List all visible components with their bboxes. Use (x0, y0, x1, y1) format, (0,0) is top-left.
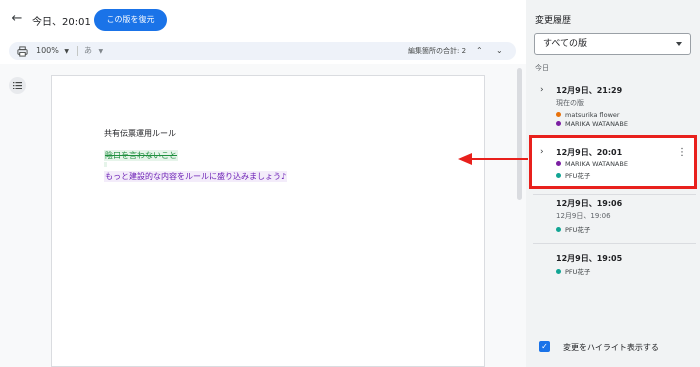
panel-title: 変更履歴 (535, 16, 572, 26)
editor-name: MARIKA WATANABE (565, 160, 628, 168)
version-entry[interactable]: 12月9日、19:06 12月9日、19:06 PFU花子 (526, 198, 700, 238)
arrow-left-icon: ← (11, 11, 23, 26)
version-entry[interactable]: 12月9日、19:05 PFU花子 (526, 253, 700, 283)
edit-count: 編集箇所の合計: 2 (408, 47, 467, 55)
toolbar-divider (77, 46, 78, 56)
version-sub-label: 現在の版 (556, 99, 584, 107)
print-button[interactable] (17, 42, 28, 60)
previous-edit-button[interactable]: ⌃ (476, 42, 483, 60)
version-time: 12月9日、19:06 (556, 199, 623, 208)
editor-entry: PFU花子 (556, 224, 590, 234)
version-filter-value: すべての版 (543, 39, 588, 49)
chevron-up-icon: ⌃ (476, 46, 483, 55)
printer-icon (17, 46, 28, 57)
document-page[interactable]: 共有伝票運用ルール 陰口を言わないこと もっと建設的な内容をルールに盛り込みまし… (51, 75, 485, 367)
editor-name: PFU花子 (565, 268, 591, 276)
chevron-right-icon[interactable]: › (540, 85, 544, 95)
editor-name: MARIKA WATANABE (565, 120, 628, 128)
zoom-select[interactable]: 100% ▼ (36, 42, 69, 60)
document-scrollbar[interactable] (517, 68, 522, 200)
editor-name: PFU花子 (565, 172, 591, 180)
text-style-value: あ (84, 46, 92, 55)
highlight-changes-label: 変更をハイライト表示する (563, 343, 659, 352)
chevron-right-icon[interactable]: › (540, 147, 544, 157)
annotation-arrow-line (472, 158, 528, 160)
next-edit-button[interactable]: ⌄ (496, 42, 503, 60)
editor-name: PFU花子 (565, 226, 591, 234)
editor-color-dot (556, 269, 561, 274)
version-time: 12月9日、21:29 (556, 86, 623, 95)
editor-color-dot (556, 112, 561, 117)
more-options-button[interactable]: ⋮ (677, 147, 687, 158)
toolbar: 100% ▼ あ ▼ 編集箇所の合計: 2 ⌃ ⌄ (9, 42, 516, 60)
editor-name: matsurika flower (565, 111, 620, 119)
editor-entry: MARIKA WATANABE (556, 160, 628, 168)
editor-color-dot (556, 121, 561, 126)
entry-divider (533, 243, 696, 244)
entry-divider (533, 194, 696, 195)
more-vert-icon: ⋮ (677, 147, 687, 158)
list-icon (13, 82, 22, 89)
version-filter-select[interactable]: すべての版 (534, 33, 691, 55)
change-marker (104, 162, 107, 167)
editor-entry: PFU花子 (556, 266, 590, 276)
version-title: 今日、20:01 (32, 17, 91, 28)
editor-entry: PFU花子 (556, 170, 590, 180)
annotation-arrow-head (458, 153, 472, 165)
version-entry[interactable]: › 12月9日、21:29 現在の版 matsurika flower MARI… (526, 85, 700, 130)
deleted-text: 陰口を言わないこと (104, 150, 178, 161)
chevron-down-icon: ▼ (64, 48, 70, 55)
caret-down-icon (676, 42, 682, 46)
version-sub-label: 12月9日、19:06 (556, 212, 611, 220)
editor-entry: matsurika flower (556, 111, 620, 119)
chevron-down-icon: ⌄ (496, 46, 503, 55)
document-area: 共有伝票運用ルール 陰口を言わないこと もっと建設的な内容をルールに盛り込みまし… (0, 64, 526, 367)
editor-color-dot (556, 227, 561, 232)
editor-entry: MARIKA WATANABE (556, 120, 628, 128)
check-icon: ✓ (541, 342, 548, 351)
highlight-changes-checkbox[interactable]: ✓ (539, 341, 550, 352)
chevron-down-icon: ▼ (98, 48, 104, 55)
text-style-select[interactable]: あ ▼ (84, 42, 103, 60)
version-time: 12月9日、19:05 (556, 254, 623, 263)
version-header: ← 今日、20:01 この版を復元 (0, 0, 526, 38)
editor-color-dot (556, 161, 561, 166)
added-text: もっと建設的な内容をルールに盛り込みましょう♪ (104, 171, 288, 182)
section-label-today: 今日 (535, 64, 549, 72)
zoom-value: 100% (36, 46, 59, 55)
document-title: 共有伝票運用ルール (104, 129, 176, 138)
editor-color-dot (556, 173, 561, 178)
back-button[interactable]: ← (9, 11, 25, 27)
version-time: 12月9日、20:01 (556, 148, 623, 157)
outline-button[interactable] (9, 77, 26, 94)
version-entry-selected[interactable]: › 12月9日、20:01 MARIKA WATANABE PFU花子 (526, 147, 700, 187)
restore-version-button[interactable]: この版を復元 (94, 9, 167, 31)
